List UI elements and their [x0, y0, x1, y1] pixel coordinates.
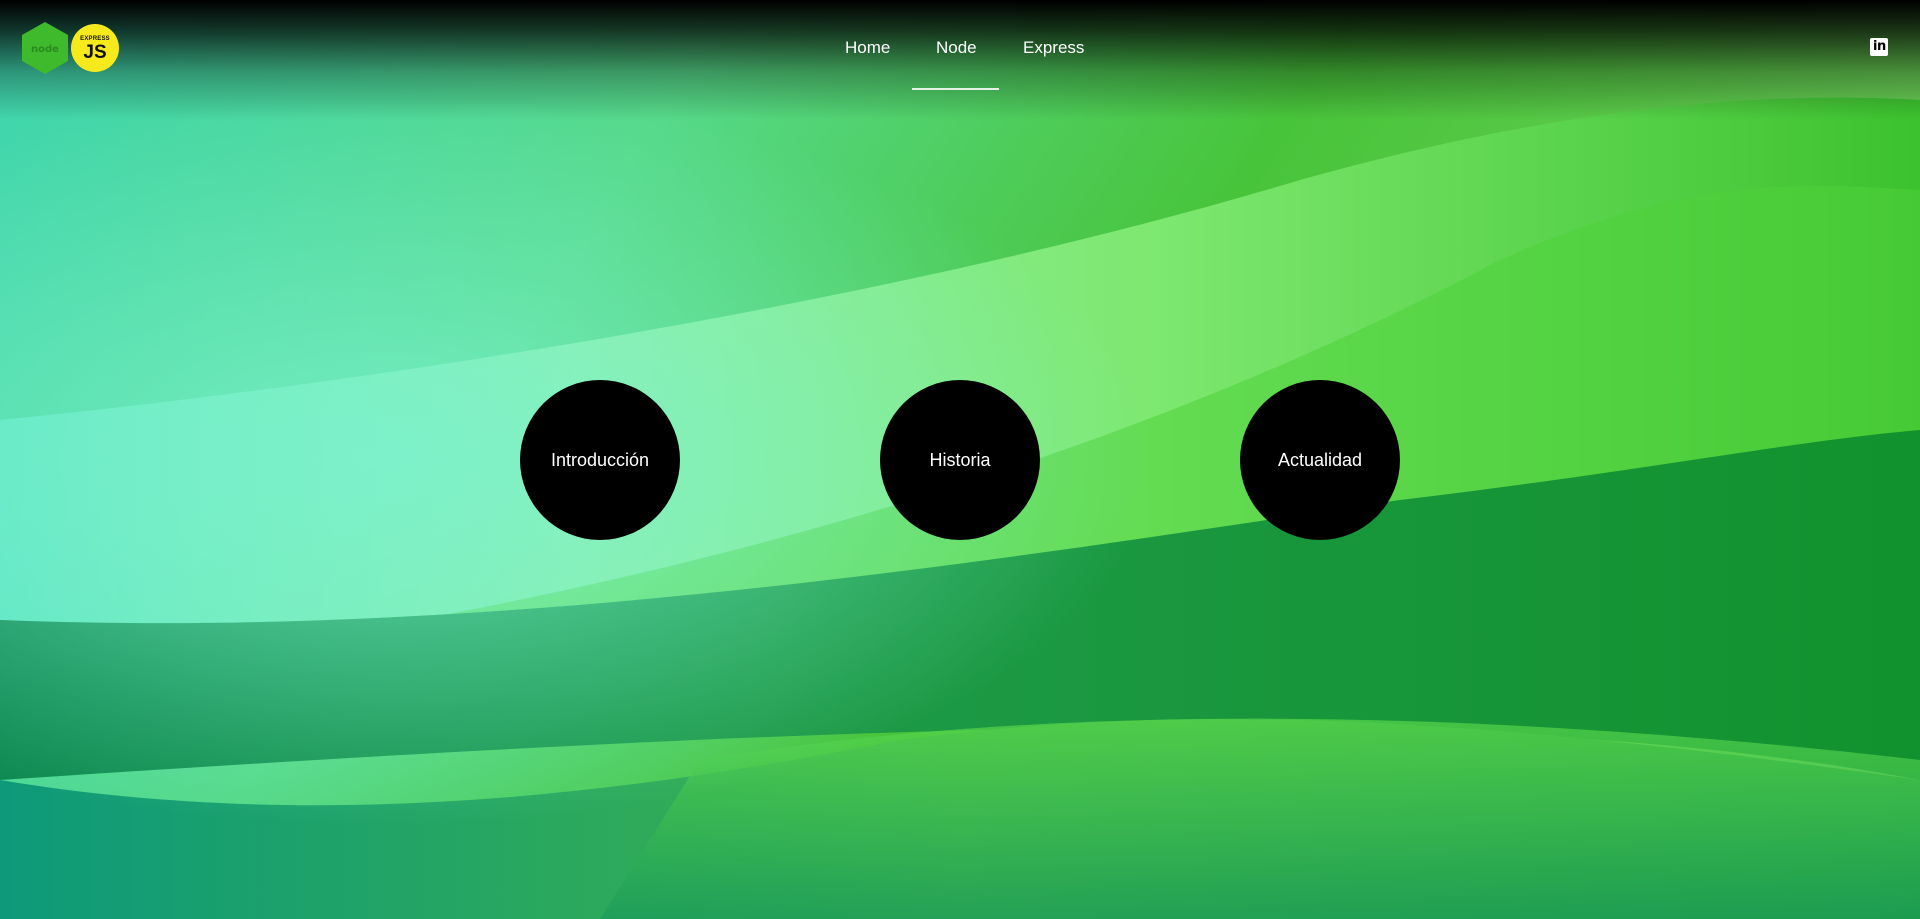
- section-button-introduccion[interactable]: Introducción: [520, 380, 680, 540]
- section-button-historia[interactable]: Historia: [880, 380, 1040, 540]
- nav-active-indicator: [912, 88, 999, 90]
- linkedin-icon[interactable]: in: [1870, 38, 1888, 56]
- linkedin-glyph: in: [1873, 39, 1886, 54]
- nav-item-express[interactable]: Express: [1023, 38, 1084, 58]
- section-button-actualidad[interactable]: Actualidad: [1240, 380, 1400, 540]
- nav-item-home[interactable]: Home: [845, 38, 890, 58]
- page: node EXPRESS JS Home Node Express in Int…: [0, 0, 1920, 919]
- top-nav: Home Node Express: [0, 0, 1920, 90]
- nav-item-node[interactable]: Node: [936, 38, 977, 58]
